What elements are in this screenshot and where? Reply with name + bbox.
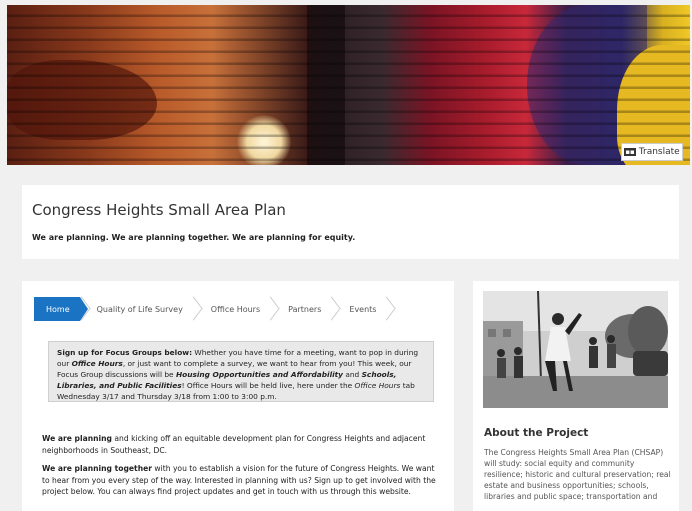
body-text: We are planning and kicking off an equit… [42, 433, 442, 505]
tab-bar: Home Quality of Life Survey Office Hours… [34, 297, 395, 321]
paragraph: We are planning and kicking off an equit… [42, 433, 442, 456]
mural-shutter-stripes [7, 5, 690, 165]
notice-topic: Housing Opportunities and Affordability [175, 370, 343, 379]
focus-group-notice: Sign up for Focus Groups below: Whether … [48, 341, 434, 402]
paragraph: We are planning together with you to est… [42, 463, 442, 498]
about-title: About the Project [484, 427, 589, 439]
tab-quality-of-life-survey[interactable]: Quality of Life Survey [88, 297, 192, 321]
parade-photo-illustration [483, 291, 668, 408]
notice-text: ! Office Hours will be held live, here u… [181, 381, 355, 390]
tab-separator [269, 297, 279, 321]
tab-separator [192, 297, 202, 321]
translate-button[interactable]: ▪▪ Translate [621, 143, 683, 161]
paragraph-lead: We are planning together [42, 464, 152, 473]
tagline: We are planning. We are planning togethe… [32, 233, 356, 242]
main-panel: Home Quality of Life Survey Office Hours… [22, 281, 454, 511]
title-card: Congress Heights Small Area Plan We are … [22, 185, 679, 259]
tab-separator [385, 297, 395, 321]
paragraph-lead: We are planning [42, 434, 112, 443]
tab-separator [80, 297, 88, 321]
translate-icon: ▪▪ [624, 148, 636, 156]
notice-office-hours: Office Hours [71, 359, 123, 368]
parade-photo [483, 291, 668, 408]
tab-separator [330, 297, 340, 321]
about-text: The Congress Heights Small Area Plan (CH… [484, 448, 671, 501]
notice-text: and [343, 370, 362, 379]
hero-banner: ▪▪ Translate [7, 5, 690, 165]
notice-lead: Sign up for Focus Groups below: [57, 348, 193, 357]
sidebar: About the Project The Congress Heights S… [473, 281, 679, 511]
tab-office-hours[interactable]: Office Hours [202, 297, 269, 321]
page-title: Congress Heights Small Area Plan [32, 201, 286, 219]
translate-label: Translate [638, 147, 680, 157]
notice-office-hours: Office Hours [354, 381, 401, 390]
